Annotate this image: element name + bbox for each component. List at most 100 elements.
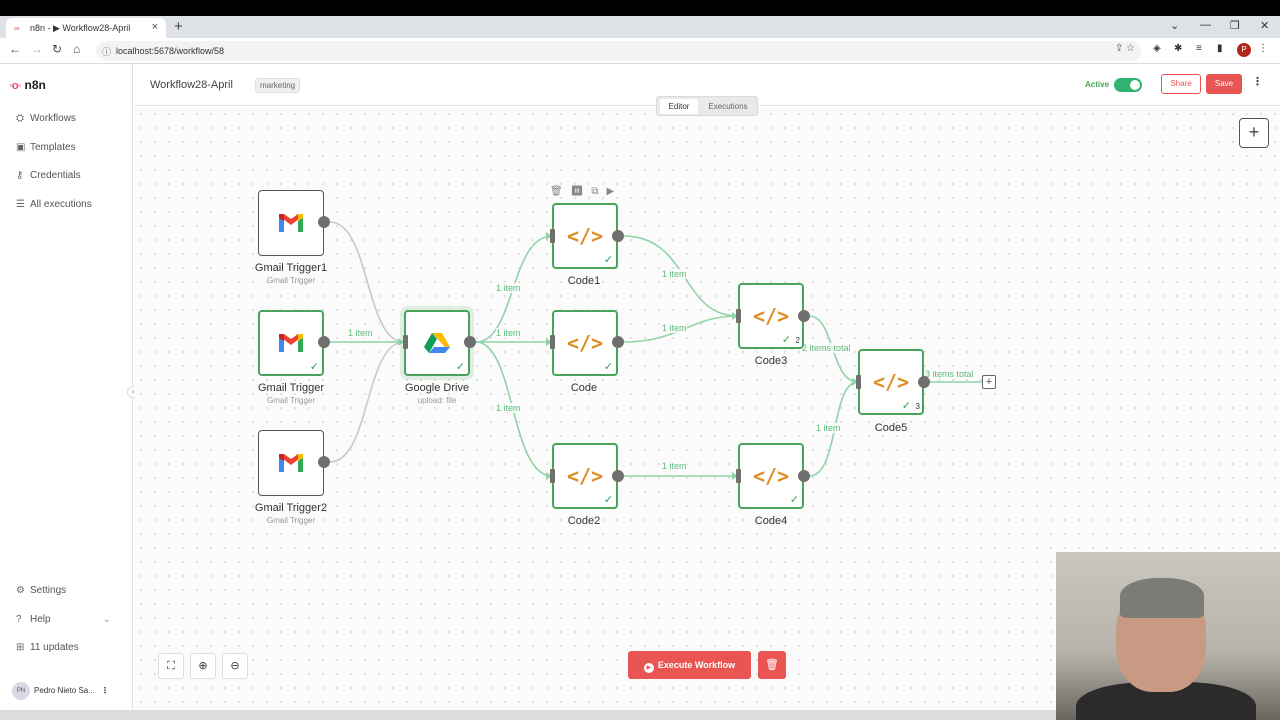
sidebar-item-settings[interactable]: ⚙ Settings <box>16 585 66 596</box>
browser-tab[interactable]: ∞ n8n - ▶ Workflow28-April × <box>6 18 166 38</box>
sidebar-item-updates[interactable]: ⊞ 11 updates <box>16 642 79 653</box>
gmail-icon <box>279 214 303 232</box>
node-code5[interactable]: </> ✓ 3 <box>858 349 924 415</box>
n8n-logo-icon: ◦o◦ <box>9 80 21 92</box>
n8n-logo[interactable]: ◦o◦ n8n <box>9 78 46 92</box>
tab-editor[interactable]: Editor <box>660 99 698 114</box>
side-panel-icon[interactable]: ▮ <box>1217 43 1223 54</box>
node-label: Code3 <box>754 355 788 367</box>
sidebar-item-credentials[interactable]: ⚷ Credentials <box>16 170 81 181</box>
avatar: PN <box>12 682 30 700</box>
execute-node-icon[interactable]: ▶ <box>607 186 623 197</box>
tab-executions[interactable]: Executions <box>701 99 755 114</box>
reading-list-icon[interactable]: ≡ <box>1196 43 1202 54</box>
node-output-handle[interactable] <box>798 310 810 322</box>
node-gmail-trigger1[interactable] <box>258 190 324 256</box>
node-output-handle[interactable] <box>612 230 624 242</box>
bookmark-star-icon[interactable]: ⇪ ☆ <box>1115 43 1135 54</box>
add-next-node-icon[interactable]: + <box>982 375 996 389</box>
restore-icon[interactable]: ❐ <box>1230 19 1240 32</box>
back-icon[interactable]: ← <box>9 42 21 56</box>
user-more-icon[interactable]: ⋮ <box>101 686 109 695</box>
duplicate-node-icon[interactable]: ⧉ <box>591 186 606 197</box>
node-input-handle[interactable] <box>736 469 741 483</box>
forward-icon[interactable]: → <box>31 42 43 56</box>
deactivate-node-icon[interactable]: ⏸ <box>571 186 592 197</box>
home-icon[interactable]: ⌂ <box>73 42 80 56</box>
node-output-handle[interactable] <box>318 336 330 348</box>
address-bar[interactable]: ⓘ localhost:5678/workflow/58 ⇪ ☆ <box>96 41 1141 61</box>
user-menu[interactable]: PN Pedro Nieto Sa... ⋮ <box>12 682 109 700</box>
browser-menu-icon[interactable]: ⋮ <box>1258 43 1268 54</box>
node-output-handle[interactable] <box>318 456 330 468</box>
success-check-icon: ✓ <box>455 361 465 373</box>
success-check-icon: ✓ <box>603 494 613 506</box>
node-gmail-trigger[interactable]: ✓ <box>258 310 324 376</box>
node-output-handle[interactable] <box>464 336 476 348</box>
close-tab-icon[interactable]: × <box>152 21 158 33</box>
sidebar-item-help[interactable]: ? Help ⌄ <box>16 614 111 625</box>
node-input-handle[interactable] <box>550 469 555 483</box>
edge-label: 2 items total <box>802 343 851 353</box>
edge-label: 1 item <box>662 269 687 279</box>
node-input-handle[interactable] <box>856 375 861 389</box>
node-google-drive[interactable]: ✓ <box>404 310 470 376</box>
node-code3[interactable]: </> ✓ 2 <box>738 283 804 349</box>
node-label: Code <box>570 382 598 394</box>
site-info-icon[interactable]: ⓘ <box>102 45 111 58</box>
question-icon: ? <box>16 614 22 625</box>
node-subtitle: upload: file <box>417 396 457 405</box>
zoom-in-icon[interactable]: ⊕ <box>190 653 216 679</box>
node-input-handle[interactable] <box>550 229 555 243</box>
zoom-out-icon[interactable]: ⊖ <box>222 653 248 679</box>
minimize-icon[interactable]: — <box>1200 19 1211 31</box>
success-check-icon: ✓ <box>309 361 319 373</box>
success-check-icon: ✓ <box>603 254 613 266</box>
node-gmail-trigger2[interactable] <box>258 430 324 496</box>
workflow-more-icon[interactable]: ⋮ <box>1252 75 1263 88</box>
node-code1[interactable]: </> ✓ <box>552 203 618 269</box>
reload-icon[interactable]: ↻ <box>52 42 62 56</box>
node-output-handle[interactable] <box>612 470 624 482</box>
node-input-handle[interactable] <box>403 335 408 349</box>
add-node-button[interactable]: + <box>1239 118 1269 148</box>
tab-title: n8n - ▶ Workflow28-April <box>30 23 131 33</box>
sidebar-item-templates[interactable]: ▣ Templates <box>16 142 76 153</box>
node-code[interactable]: </> ✓ <box>552 310 618 376</box>
sidebar-item-workflows[interactable]: ⛭ Workflows <box>16 113 76 124</box>
node-code4[interactable]: </> ✓ <box>738 443 804 509</box>
node-input-handle[interactable] <box>550 335 555 349</box>
puzzle-icon[interactable]: ✱ <box>1174 43 1182 54</box>
edge-label: 3 items total <box>925 369 974 379</box>
workflow-tag[interactable]: marketing <box>255 78 301 93</box>
edge-label: 1 item <box>662 461 687 471</box>
extension-icon[interactable]: ◈ <box>1153 43 1161 54</box>
new-tab-icon[interactable]: + <box>174 18 183 35</box>
node-output-handle[interactable] <box>798 470 810 482</box>
code-icon: </> <box>872 370 910 394</box>
gmail-icon <box>279 454 303 472</box>
node-input-handle[interactable] <box>736 309 741 323</box>
node-output-handle[interactable] <box>318 216 330 228</box>
zoom-to-fit-icon[interactable]: ⛶ <box>158 653 184 679</box>
toggle-knob <box>1130 80 1140 90</box>
profile-avatar[interactable]: P <box>1237 43 1251 57</box>
play-icon: ▶ <box>643 663 654 673</box>
active-toggle[interactable] <box>1114 78 1142 92</box>
share-button[interactable]: Share <box>1161 74 1201 94</box>
save-button[interactable]: Save <box>1206 74 1242 94</box>
delete-node-icon[interactable]: 🗑 <box>550 186 571 197</box>
execute-workflow-button[interactable]: ▶ Execute Workflow <box>628 651 751 679</box>
tab-search-icon[interactable]: ⌄ <box>1170 19 1179 32</box>
workflow-name[interactable]: Workflow28-April <box>150 79 233 91</box>
node-code2[interactable]: </> ✓ <box>552 443 618 509</box>
edge-label: 1 item <box>816 423 841 433</box>
node-output-handle[interactable] <box>612 336 624 348</box>
clear-execution-button[interactable]: 🗑 <box>758 651 786 679</box>
sidebar-item-all-executions[interactable]: ☰ All executions <box>16 199 92 210</box>
node-label: Code4 <box>754 515 788 527</box>
edge-label: 1 item <box>348 328 373 338</box>
gear-icon: ⚙ <box>16 585 25 596</box>
node-output-handle[interactable] <box>918 376 930 388</box>
close-window-icon[interactable]: ✕ <box>1260 19 1269 32</box>
